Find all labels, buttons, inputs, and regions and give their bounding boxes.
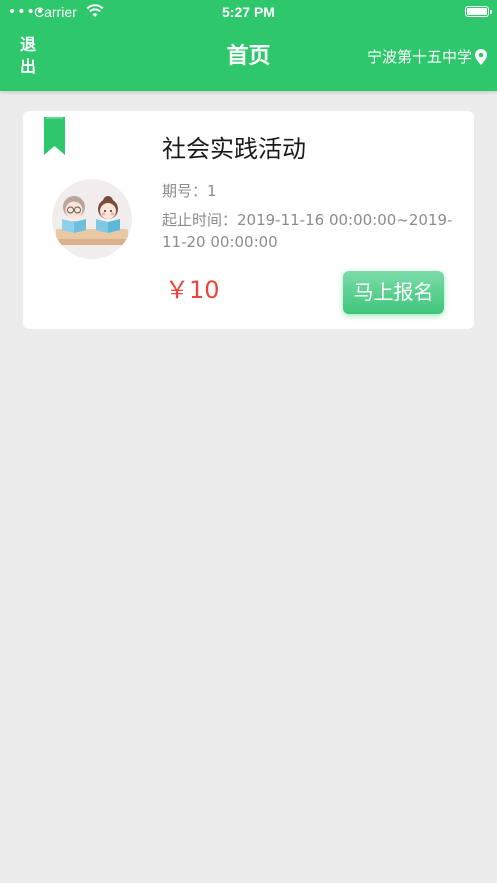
clock: 5:27 PM <box>222 4 275 20</box>
school-selector[interactable]: 宁波第十五中学 <box>367 46 487 68</box>
activity-price: ￥10 <box>165 276 220 304</box>
battery-icon <box>465 6 492 17</box>
reading-kids-illustration <box>56 196 128 245</box>
activity-issue: 期号：1 <box>162 182 217 200</box>
activity-title: 社会实践活动 <box>162 135 306 163</box>
school-name: 宁波第十五中学 <box>366 48 472 66</box>
status-bar: •••• Carrier 5:27 PM <box>0 0 497 24</box>
top-bar: •••• Carrier 5:27 PM 退出 首页 宁波第十五中学 <box>0 0 497 91</box>
activity-avatar <box>52 179 132 259</box>
activity-card[interactable]: 社会实践活动 期号：1 起止时间：2019-11-16 00:00:00~201… <box>23 111 474 329</box>
enroll-button[interactable]: 马上报名 <box>343 271 444 314</box>
location-pin-icon <box>475 49 487 65</box>
bookmark-icon <box>44 117 65 155</box>
activity-time-range: 起止时间：2019-11-16 00:00:00~2019-11-20 00:0… <box>162 211 453 251</box>
